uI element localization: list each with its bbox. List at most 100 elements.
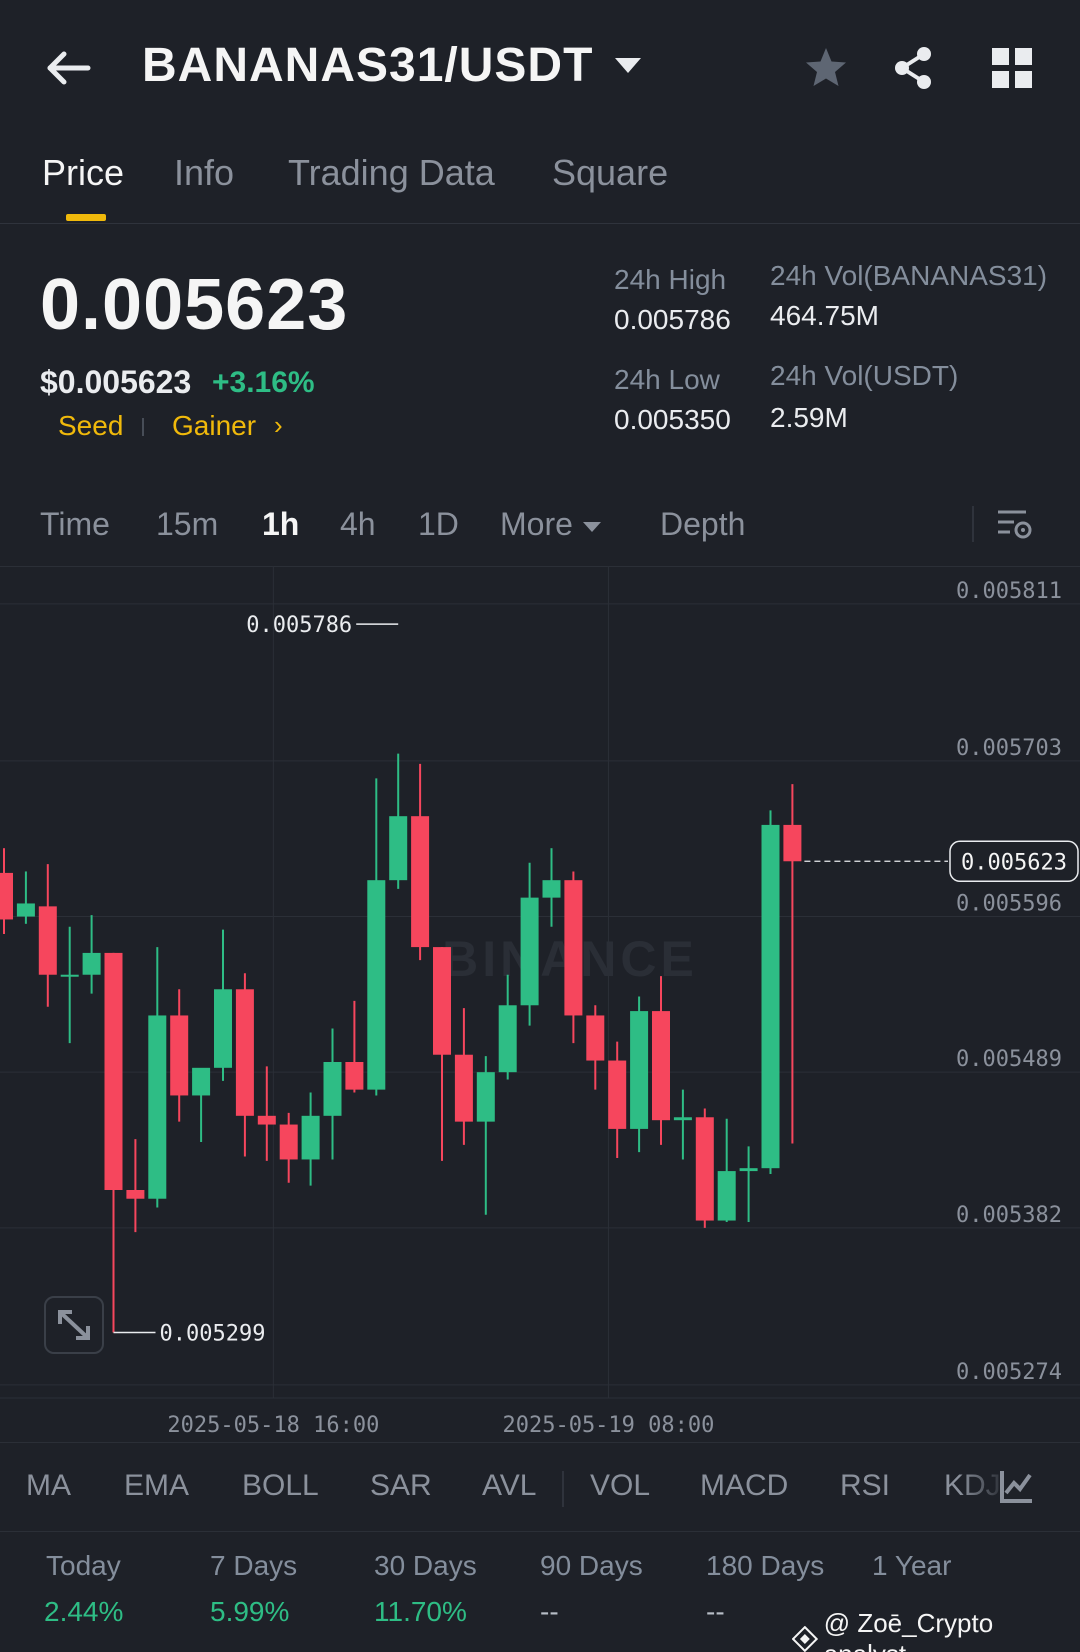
interval-more-label: More <box>500 506 573 542</box>
candle-body <box>608 1060 627 1129</box>
y-tick-label: 0.005596 <box>956 892 1062 917</box>
y-tick-label: 0.005811 <box>956 579 1062 604</box>
candle-body <box>38 906 57 975</box>
candle <box>433 947 451 1161</box>
candle-body <box>60 974 79 977</box>
interval-divider <box>972 506 974 542</box>
candle-body <box>301 1115 320 1160</box>
candle <box>652 976 670 1145</box>
indicator-ema[interactable]: EMA <box>124 1469 189 1503</box>
x-tick-label: 2025-05-18 16:00 <box>167 1413 379 1438</box>
interval-more[interactable]: More <box>500 506 601 543</box>
interval-4h[interactable]: 4h <box>340 506 376 543</box>
candle <box>761 810 780 1174</box>
candle-body <box>433 947 451 1055</box>
tag-seed[interactable]: Seed <box>58 410 123 442</box>
candle <box>564 871 583 1044</box>
usd-price: $0.005623 <box>40 364 192 400</box>
candle-body <box>323 1062 342 1116</box>
candle-body <box>192 1067 211 1096</box>
grid-icon[interactable] <box>988 44 1036 92</box>
perf-30d-value: 11.70% <box>374 1596 467 1627</box>
high-label: 24h High <box>614 264 727 295</box>
candle-body <box>739 1168 758 1172</box>
candle-body <box>630 1011 649 1129</box>
candle <box>389 753 408 889</box>
candle-body <box>498 1005 517 1073</box>
candle <box>411 763 430 961</box>
credit-watermark: @ Zoē_Crypto analyst <box>792 1608 1080 1652</box>
perf-1y-label: 1 Year <box>872 1550 952 1581</box>
back-arrow-icon[interactable] <box>40 44 100 92</box>
star-icon[interactable] <box>802 44 850 92</box>
candle <box>739 1146 758 1222</box>
candle <box>82 915 101 994</box>
candle <box>454 1008 473 1145</box>
last-price: 0.005623 <box>40 265 349 345</box>
tab-trading-data[interactable]: Trading Data <box>288 152 495 194</box>
interval-15m[interactable]: 15m <box>156 506 218 543</box>
candle <box>192 1067 211 1142</box>
candle-body <box>279 1124 298 1160</box>
candle <box>608 1041 627 1158</box>
expand-icon[interactable] <box>44 1296 104 1354</box>
depth-tab[interactable]: Depth <box>660 506 745 543</box>
candle <box>38 864 57 1007</box>
candle-body <box>214 989 232 1068</box>
x-tick-label: 2025-05-19 08:00 <box>502 1413 714 1438</box>
indicator-boll[interactable]: BOLL <box>242 1469 319 1503</box>
indicator-avl[interactable]: AVL <box>482 1469 536 1503</box>
caret-down-icon <box>582 521 601 532</box>
tab-info[interactable]: Info <box>174 152 234 194</box>
candle-body <box>367 880 386 1090</box>
candle <box>783 784 802 1144</box>
vol-base-label: 24h Vol(BANANAS31) <box>770 260 1048 291</box>
indicator-ma[interactable]: MA <box>26 1469 71 1503</box>
indicator-vol[interactable]: VOL <box>590 1469 650 1503</box>
chevron-right-icon[interactable]: › <box>274 410 283 441</box>
perf-180d-label: 180 Days <box>706 1550 825 1581</box>
candle-body <box>652 1011 670 1121</box>
candle-body <box>126 1190 145 1199</box>
candle-body <box>389 816 408 881</box>
candle-body <box>717 1171 736 1221</box>
candle <box>0 848 13 934</box>
tag-divider <box>142 418 144 436</box>
candle-body <box>761 824 780 1169</box>
candle <box>476 1056 495 1215</box>
indicator-sar[interactable]: SAR <box>370 1469 432 1503</box>
candle-body <box>170 1015 189 1096</box>
candle-body <box>345 1062 364 1090</box>
y-tick-label: 0.005382 <box>956 1203 1062 1228</box>
perf-today-label: Today <box>46 1550 121 1581</box>
tab-bar: Price Info Trading Data Square <box>0 130 1080 224</box>
candle <box>170 989 189 1122</box>
candle <box>214 929 232 1081</box>
interval-1d[interactable]: 1D <box>418 506 459 543</box>
header: BANANAS31/USDT <box>0 0 1080 130</box>
candle <box>630 996 649 1153</box>
interval-time[interactable]: Time <box>40 506 110 543</box>
candle-body <box>235 989 254 1116</box>
tag-gainer[interactable]: Gainer <box>172 410 256 442</box>
candle-body <box>16 903 35 917</box>
share-icon[interactable] <box>890 44 938 92</box>
tab-price[interactable]: Price <box>42 152 124 194</box>
candle-body <box>564 880 583 1016</box>
low-value: 0.005350 <box>614 404 731 435</box>
candlestick-chart[interactable]: BINANCE 0.0058110.0057030.0055960.005489… <box>0 566 1080 1442</box>
candle <box>16 871 35 924</box>
tab-square[interactable]: Square <box>552 152 668 194</box>
perf-90d-label: 90 Days <box>540 1550 643 1581</box>
candle <box>586 1005 605 1090</box>
indicator-rsi[interactable]: RSI <box>840 1469 890 1503</box>
pair-selector[interactable]: BANANAS31/USDT <box>142 38 642 93</box>
interval-1h[interactable]: 1h <box>262 506 299 543</box>
indicator-chart-icon[interactable] <box>996 1467 1036 1507</box>
candle-body <box>476 1072 495 1122</box>
indicator-macd[interactable]: MACD <box>700 1469 788 1503</box>
chart-settings-icon[interactable] <box>994 504 1034 544</box>
credit-text: @ Zoē_Crypto analyst <box>823 1608 994 1652</box>
candle-body <box>586 1015 605 1061</box>
x-axis: 2025-05-18 16:00 2025-05-19 08:00 <box>167 1413 714 1438</box>
